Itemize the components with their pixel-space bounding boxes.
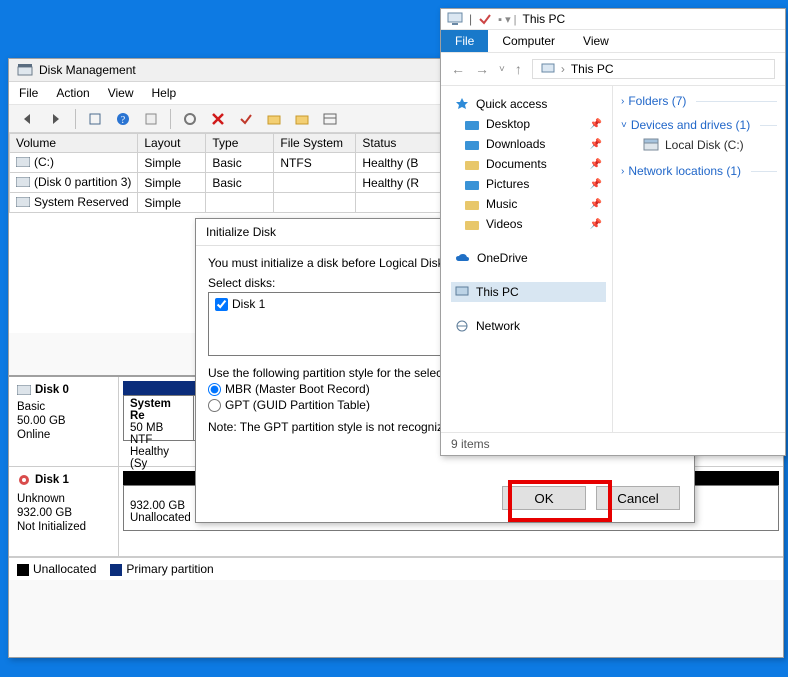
sidebar-videos[interactable]: Videos📌 (451, 214, 606, 234)
explorer-sidebar: Quick access Desktop📌Downloads📌Documents… (441, 86, 613, 432)
sidebar-documents[interactable]: Documents📌 (451, 154, 606, 174)
ribbon-tab-computer[interactable]: Computer (488, 30, 569, 52)
disk1-checkbox[interactable] (215, 298, 228, 311)
pin-icon: 📌 (590, 159, 602, 170)
nav-up-icon[interactable]: ↑ (515, 61, 522, 77)
folder-icon (465, 159, 479, 170)
toolbar-back-icon[interactable] (17, 108, 39, 130)
explorer-window: | ▪ ▾ | This PC File Computer View ← → ˅… (440, 8, 786, 456)
folder-icon (465, 219, 479, 230)
breadcrumb-pc-icon (541, 63, 555, 75)
folder-icon (465, 179, 479, 190)
breadcrumb-thispc[interactable]: This PC (571, 62, 614, 76)
disk1-label: Disk 1 Unknown 932.00 GB Not Initialized (9, 467, 119, 556)
window-title: This PC (523, 12, 566, 26)
disk0-label: Disk 0 Basic 50.00 GB Online (9, 377, 119, 466)
toolbar-check-icon[interactable] (235, 108, 257, 130)
pin-icon: 📌 (590, 119, 602, 130)
disk1-item-label: Disk 1 (232, 297, 265, 311)
ribbon-tab-view[interactable]: View (569, 30, 623, 52)
toolbar-properties-icon[interactable] (140, 108, 162, 130)
toolbar-help-icon[interactable]: ? (112, 108, 134, 130)
toolbar-settings-icon[interactable] (179, 108, 201, 130)
star-icon (455, 97, 469, 111)
menu-file[interactable]: File (19, 86, 38, 100)
ribbon-tab-file[interactable]: File (441, 30, 488, 52)
group-network-locations[interactable]: ›Network locations (1) (621, 162, 777, 180)
menu-view[interactable]: View (108, 86, 134, 100)
nav-bar: ← → ˅ ↑ › This PC (441, 53, 785, 86)
folder-icon (465, 139, 479, 150)
disk0-segment-system-reserved[interactable]: System Re 50 MB NTF Healthy (Sy (124, 396, 194, 440)
legend-unallocated: Unallocated (33, 562, 96, 576)
svg-text:?: ? (121, 115, 126, 126)
pin-icon: 📌 (590, 139, 602, 150)
sidebar-music[interactable]: Music📌 (451, 194, 606, 214)
disk-icon (17, 385, 31, 395)
sidebar-network[interactable]: Network (451, 316, 606, 336)
pin-icon: 📌 (590, 179, 602, 190)
pin-icon: 📌 (590, 199, 602, 210)
cancel-button[interactable]: Cancel (596, 486, 680, 510)
toolbar-forward-icon[interactable] (45, 108, 67, 130)
sidebar-thispc[interactable]: This PC (451, 282, 606, 302)
sidebar-downloads[interactable]: Downloads📌 (451, 134, 606, 154)
cloud-icon (455, 253, 470, 264)
col-volume[interactable]: Volume (10, 134, 138, 153)
toolbar-folder-icon[interactable] (263, 108, 285, 130)
explorer-statusbar: 9 items (441, 432, 785, 455)
gpt-label: GPT (GUID Partition Table) (225, 398, 370, 412)
sidebar-desktop[interactable]: Desktop📌 (451, 114, 606, 134)
ribbon-tabs: File Computer View (441, 30, 785, 53)
toolbar-list-icon[interactable] (319, 108, 341, 130)
disk-management-icon (17, 63, 33, 77)
explorer-titlebar[interactable]: | ▪ ▾ | This PC (441, 9, 785, 30)
pc-icon (447, 12, 463, 26)
col-type[interactable]: Type (206, 134, 274, 153)
check-icon (478, 12, 492, 26)
mbr-label: MBR (Master Boot Record) (225, 382, 370, 396)
col-filesystem[interactable]: File System (274, 134, 356, 153)
nav-history-icon[interactable]: ˅ (499, 64, 505, 75)
pc-small-icon (455, 286, 469, 298)
drive-icon (643, 138, 659, 152)
pin-icon: 📌 (590, 219, 602, 230)
folder-icon (465, 199, 479, 210)
disk-unknown-icon (17, 473, 31, 487)
col-layout[interactable]: Layout (138, 134, 206, 153)
mbr-radio[interactable] (208, 383, 221, 396)
network-icon (455, 320, 469, 332)
ok-button[interactable]: OK (502, 486, 586, 510)
sidebar-quick-access[interactable]: Quick access (451, 94, 606, 114)
toolbar-refresh-icon[interactable] (84, 108, 106, 130)
sidebar-onedrive[interactable]: OneDrive (451, 248, 606, 268)
folder-icon (465, 119, 479, 130)
sidebar-pictures[interactable]: Pictures📌 (451, 174, 606, 194)
legend-primary-partition: Primary partition (126, 562, 213, 576)
nav-back-icon[interactable]: ← (451, 61, 465, 77)
explorer-content: ›Folders (7) ˅Devices and drives (1) Loc… (613, 86, 785, 432)
legend-row: Unallocated Primary partition (9, 557, 783, 580)
menu-help[interactable]: Help (152, 86, 177, 100)
toolbar-delete-icon[interactable] (207, 108, 229, 130)
menu-action[interactable]: Action (56, 86, 89, 100)
toolbar-folder2-icon[interactable] (291, 108, 313, 130)
item-local-disk-c[interactable]: Local Disk (C:) (621, 134, 777, 156)
group-devices[interactable]: ˅Devices and drives (1) (621, 116, 777, 134)
dm-title: Disk Management (39, 63, 136, 77)
group-folders[interactable]: ›Folders (7) (621, 92, 777, 110)
gpt-radio[interactable] (208, 399, 221, 412)
nav-forward-icon[interactable]: → (475, 61, 489, 77)
